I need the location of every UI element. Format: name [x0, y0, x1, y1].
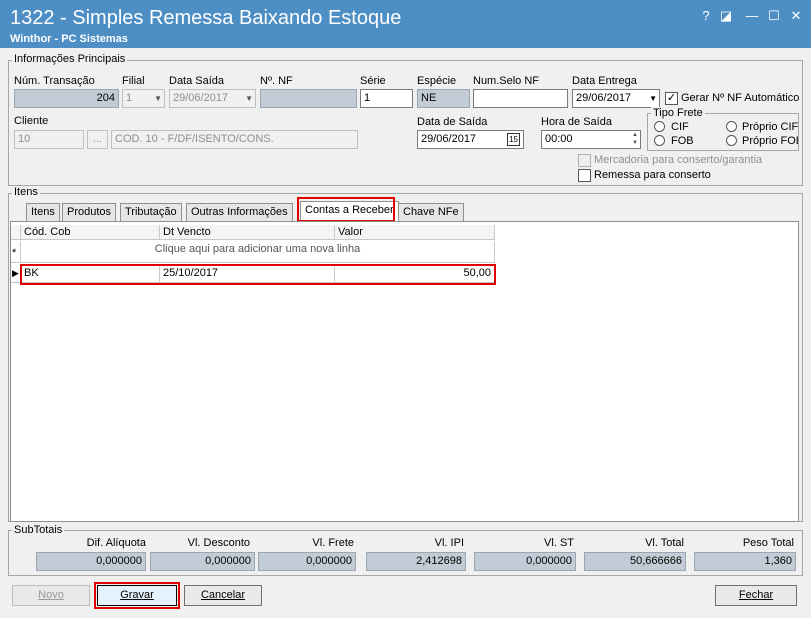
- fechar-label: Fechar: [738, 589, 774, 601]
- filial-select[interactable]: 1 ▼: [122, 89, 165, 108]
- tab-itens[interactable]: Itens: [26, 203, 60, 221]
- serie-field[interactable]: 1: [360, 89, 413, 108]
- fechar-button[interactable]: Fechar: [715, 585, 797, 606]
- mercadoria-conserto-checkbox[interactable]: [578, 154, 591, 167]
- cliente-label: Cliente: [14, 115, 49, 127]
- window-subtitle: Winthor - PC Sistemas: [10, 33, 128, 45]
- data-entrega-picker[interactable]: 29/06/2017 ▼: [572, 89, 660, 108]
- col-dt-vencto[interactable]: Dt Vencto: [160, 225, 335, 240]
- frete-fob-radio[interactable]: [654, 135, 665, 146]
- cliente-name-field[interactable]: COD. 10 - F/DF/ISENTO/CONS.: [111, 130, 358, 149]
- frete-cif-label: CIF: [671, 121, 689, 133]
- vl-desconto-value: 0,000000: [150, 552, 255, 571]
- tab-produtos[interactable]: Produtos: [62, 203, 117, 221]
- cliente-code-field[interactable]: 10: [14, 130, 84, 149]
- num-transacao-field[interactable]: 204: [14, 89, 119, 108]
- vl-st-value: 0,000000: [474, 552, 576, 571]
- num-selo-label: Num.Selo NF: [473, 75, 540, 87]
- vl-total-value: 50,666666: [584, 552, 686, 571]
- col-cod-cob[interactable]: Cód. Cob: [21, 225, 160, 240]
- restore-icon[interactable]: ◪: [718, 8, 734, 24]
- num-nf-label: Nº. NF: [260, 75, 293, 87]
- vl-frete-value: 0,000000: [258, 552, 356, 571]
- num-nf-field[interactable]: [260, 89, 357, 108]
- data-saida-label: Data Saída: [169, 75, 225, 87]
- especie-field[interactable]: NE: [417, 89, 470, 108]
- chevron-down-icon: ▼: [245, 94, 253, 103]
- frete-proprio-fob-radio[interactable]: [726, 135, 737, 146]
- mercadoria-conserto-label: Mercadoria para conserto/garantia: [594, 154, 763, 166]
- cancelar-button[interactable]: Cancelar: [184, 585, 262, 606]
- vl-ipi-label: Vl. IPI: [434, 537, 464, 549]
- novo-label: Novo: [38, 589, 64, 601]
- data-entrega-label: Data Entrega: [572, 75, 637, 87]
- hora-saida-label: Hora de Saída: [541, 116, 612, 128]
- frete-proprio-cif-radio[interactable]: [726, 121, 737, 132]
- remessa-conserto-label: Remessa para conserto: [594, 169, 711, 181]
- close-icon[interactable]: ✕: [788, 8, 804, 24]
- info-legend: Informações Principais: [12, 53, 128, 65]
- peso-total-value: 1,360: [694, 552, 796, 571]
- new-row-marker: *: [11, 241, 21, 263]
- maximize-icon[interactable]: ☐: [766, 8, 782, 24]
- itens-legend: Itens: [12, 186, 40, 198]
- peso-total-label: Peso Total: [742, 537, 794, 549]
- window-title: 1322 - Simples Remessa Baixando Estoque: [10, 7, 402, 29]
- data-saida-picker[interactable]: 29/06/2017 ▼: [169, 89, 256, 108]
- num-transacao-label: Núm. Transação: [14, 75, 95, 87]
- tipo-frete-legend: Tipo Frete: [651, 107, 705, 119]
- novo-button[interactable]: Novo: [12, 585, 90, 606]
- data-de-saida-picker[interactable]: 29/06/2017 15: [417, 130, 524, 149]
- chevron-down-icon: ▼: [154, 94, 162, 103]
- dif-aliquota-value: 0,000000: [36, 552, 146, 571]
- especie-label: Espécie: [417, 75, 457, 87]
- gerar-nf-label: Gerar Nº NF Automático: [681, 92, 800, 104]
- frete-cif-radio[interactable]: [654, 121, 665, 132]
- grid-row-header-corner: [11, 225, 21, 240]
- add-new-row[interactable]: Clique aqui para adicionar uma nova linh…: [21, 241, 495, 263]
- vl-desconto-label: Vl. Desconto: [187, 537, 250, 549]
- subtotais-legend: SubTotais: [12, 524, 65, 536]
- help-icon[interactable]: ?: [698, 8, 714, 23]
- gravar-highlight: [94, 582, 180, 609]
- hora-saida-field[interactable]: 00:00 ▲ ▼: [541, 130, 641, 149]
- spinner-icon[interactable]: ▲ ▼: [632, 131, 638, 147]
- data-de-saida-label: Data de Saída: [417, 116, 488, 128]
- cancelar-label: Cancelar: [200, 589, 246, 601]
- frete-proprio-fob-label: Próprio FOB: [742, 135, 798, 147]
- gerar-nf-checkbox[interactable]: ✓: [665, 92, 678, 105]
- vl-frete-label: Vl. Frete: [312, 537, 354, 549]
- vl-total-label: Vl. Total: [645, 537, 684, 549]
- dif-aliquota-label: Dif. Alíquota: [86, 537, 146, 549]
- calendar-icon[interactable]: 15: [507, 133, 520, 146]
- tab-chave-nfe[interactable]: Chave NFe: [398, 203, 464, 221]
- row-highlight: [20, 264, 496, 285]
- vl-st-label: Vl. ST: [544, 537, 574, 549]
- remessa-conserto-checkbox[interactable]: [578, 169, 591, 182]
- filial-label: Filial: [122, 75, 145, 87]
- serie-label: Série: [360, 75, 386, 87]
- frete-proprio-cif-label: Próprio CIF: [742, 121, 799, 133]
- vl-ipi-value: 2,412698: [366, 552, 466, 571]
- tab-outras-informacoes[interactable]: Outras Informações: [186, 203, 293, 221]
- tab-tributacao[interactable]: Tributação: [120, 203, 182, 221]
- minimize-icon[interactable]: —: [744, 8, 760, 23]
- cliente-search-button[interactable]: ...: [87, 130, 108, 149]
- frete-fob-label: FOB: [671, 135, 694, 147]
- tab-highlight: [297, 197, 395, 222]
- col-valor[interactable]: Valor: [335, 225, 495, 240]
- chevron-down-icon: ▼: [649, 94, 657, 103]
- num-selo-field[interactable]: [473, 89, 568, 108]
